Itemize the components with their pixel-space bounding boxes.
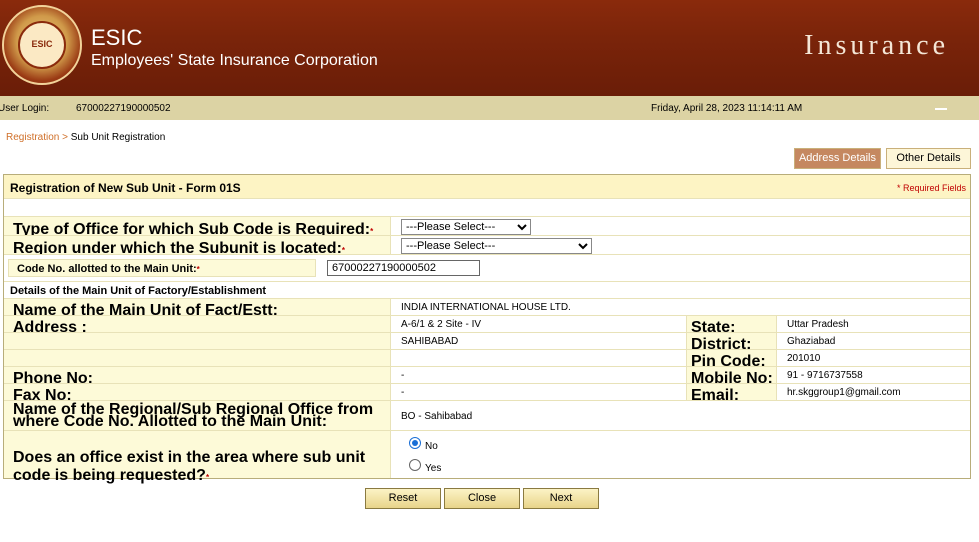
address-line2-cell: SAHIBABAD (390, 332, 686, 349)
mobile-label-cell: Mobile No: (686, 366, 776, 387)
state-value: Uttar Pradesh (787, 319, 849, 330)
phone-label-cell: Phone No: (4, 366, 390, 387)
minimize-icon[interactable] (935, 108, 947, 110)
radio-yes-label: Yes (425, 463, 442, 474)
region-input-cell: ---Please Select--- (390, 235, 970, 254)
main-unit-code-input[interactable] (327, 260, 480, 276)
office-name-label: Name of the Regional/Sub Regional Office… (13, 401, 374, 430)
brand-title: ESIC (91, 25, 143, 50)
esic-logo: ESIC (2, 5, 82, 85)
name-value-cell: INDIA INTERNATIONAL HOUSE LTD. (390, 298, 970, 315)
email-value-cell: hr.skggroup1@gmail.com (776, 383, 970, 400)
office-type-label-cell: Type of Office for which Sub Code is Req… (4, 216, 390, 238)
logo-emblem: ESIC (18, 21, 66, 69)
insurance-tagline: Insurance (804, 30, 949, 61)
pin-value-cell: 201010 (776, 349, 970, 366)
address-line1-cell: A-6/1 & 2 Site - IV (390, 315, 686, 332)
fax-label-cell: Fax No: (4, 383, 390, 404)
email-value: hr.skggroup1@gmail.com (787, 387, 901, 398)
office-name-value-cell: BO - Sahibabad (390, 400, 970, 430)
radio-yes[interactable] (409, 459, 421, 471)
fax-value-cell: - (390, 383, 686, 400)
state-value-cell: Uttar Pradesh (776, 315, 970, 332)
pin-value: 201010 (787, 353, 821, 364)
exist-options-cell: No Yes (390, 430, 970, 478)
office-name-value: BO - Sahibabad (401, 411, 473, 422)
region-label-cell: Region under which the Subunit is locate… (4, 235, 390, 257)
header-banner: ESIC ESIC Employees' State Insurance Cor… (0, 0, 979, 96)
office-name-label-cell: Name of the Regional/Sub Regional Office… (4, 400, 390, 430)
address-blank-cell (4, 332, 390, 349)
name-value: INDIA INTERNATIONAL HOUSE LTD. (401, 302, 571, 313)
form-title-row: Registration of New Sub Unit - Form 01S … (4, 175, 970, 198)
code-label-cell: Code No. allotted to the Main Unit:* (8, 259, 316, 277)
exist-label-cell: Does an office exist in the area where s… (4, 430, 390, 484)
spacer-row (4, 198, 970, 216)
district-value-cell: Ghaziabad (776, 332, 970, 349)
district-label-cell: District: (686, 332, 776, 353)
tab-other-details[interactable]: Other Details (886, 148, 971, 169)
user-login-value: 67000227190000502 (76, 103, 171, 114)
user-login-label: User Login: (0, 103, 50, 114)
email-label-cell: Email: (686, 383, 776, 404)
fax-value: - (401, 387, 405, 398)
state-label-cell: State: (686, 315, 776, 336)
exist-label: Does an office exist in the area where s… (13, 449, 366, 484)
radio-no-label: No (425, 441, 438, 452)
breadcrumb-registration-link[interactable]: Registration > (6, 132, 68, 143)
pin-label-cell: Pin Code: (686, 349, 776, 370)
phone-value: - (401, 370, 405, 381)
pin-blank-cell (4, 349, 390, 366)
pin-blank-value-cell (390, 349, 686, 366)
close-button[interactable]: Close (444, 488, 520, 509)
form-title: Registration of New Sub Unit - Form 01S (10, 181, 241, 195)
registration-form: Registration of New Sub Unit - Form 01S … (3, 174, 971, 484)
address-label-cell: Address : (4, 315, 390, 336)
next-button[interactable]: Next (523, 488, 599, 509)
code-row: Code No. allotted to the Main Unit:* (4, 254, 970, 281)
radio-no[interactable] (409, 437, 421, 449)
code-label: Code No. allotted to the Main Unit:* (17, 263, 200, 275)
breadcrumb: Registration > Sub Unit Registration (6, 132, 165, 143)
mobile-value-cell: 91 - 9716737558 (776, 366, 970, 383)
tab-address-details[interactable]: Address Details (794, 148, 881, 169)
region-select[interactable]: ---Please Select--- (401, 238, 592, 254)
brand-subtitle: Employees' State Insurance Corporation (91, 52, 378, 69)
details-heading-row: Details of the Main Unit of Factory/Esta… (4, 281, 970, 298)
address-line1: A-6/1 & 2 Site - IV (401, 319, 482, 330)
district-value: Ghaziabad (787, 336, 836, 347)
name-label-cell: Name of the Main Unit of Fact/Estt: (4, 298, 390, 319)
required-fields-note: * Required Fields (896, 183, 966, 193)
details-heading: Details of the Main Unit of Factory/Esta… (10, 285, 267, 297)
datetime: Friday, April 28, 2023 11:14:11 AM (651, 103, 803, 114)
breadcrumb-current: Sub Unit Registration (70, 132, 166, 143)
office-type-select[interactable]: ---Please Select--- (401, 219, 531, 235)
office-type-input-cell: ---Please Select--- (390, 216, 970, 235)
phone-value-cell: - (390, 366, 686, 383)
reset-button[interactable]: Reset (365, 488, 441, 509)
user-info-bar: User Login: 67000227190000502 Friday, Ap… (0, 96, 979, 120)
address-line2: SAHIBABAD (401, 336, 459, 347)
logo-text: ESIC (31, 39, 53, 49)
mobile-value: 91 - 9716737558 (787, 370, 863, 381)
